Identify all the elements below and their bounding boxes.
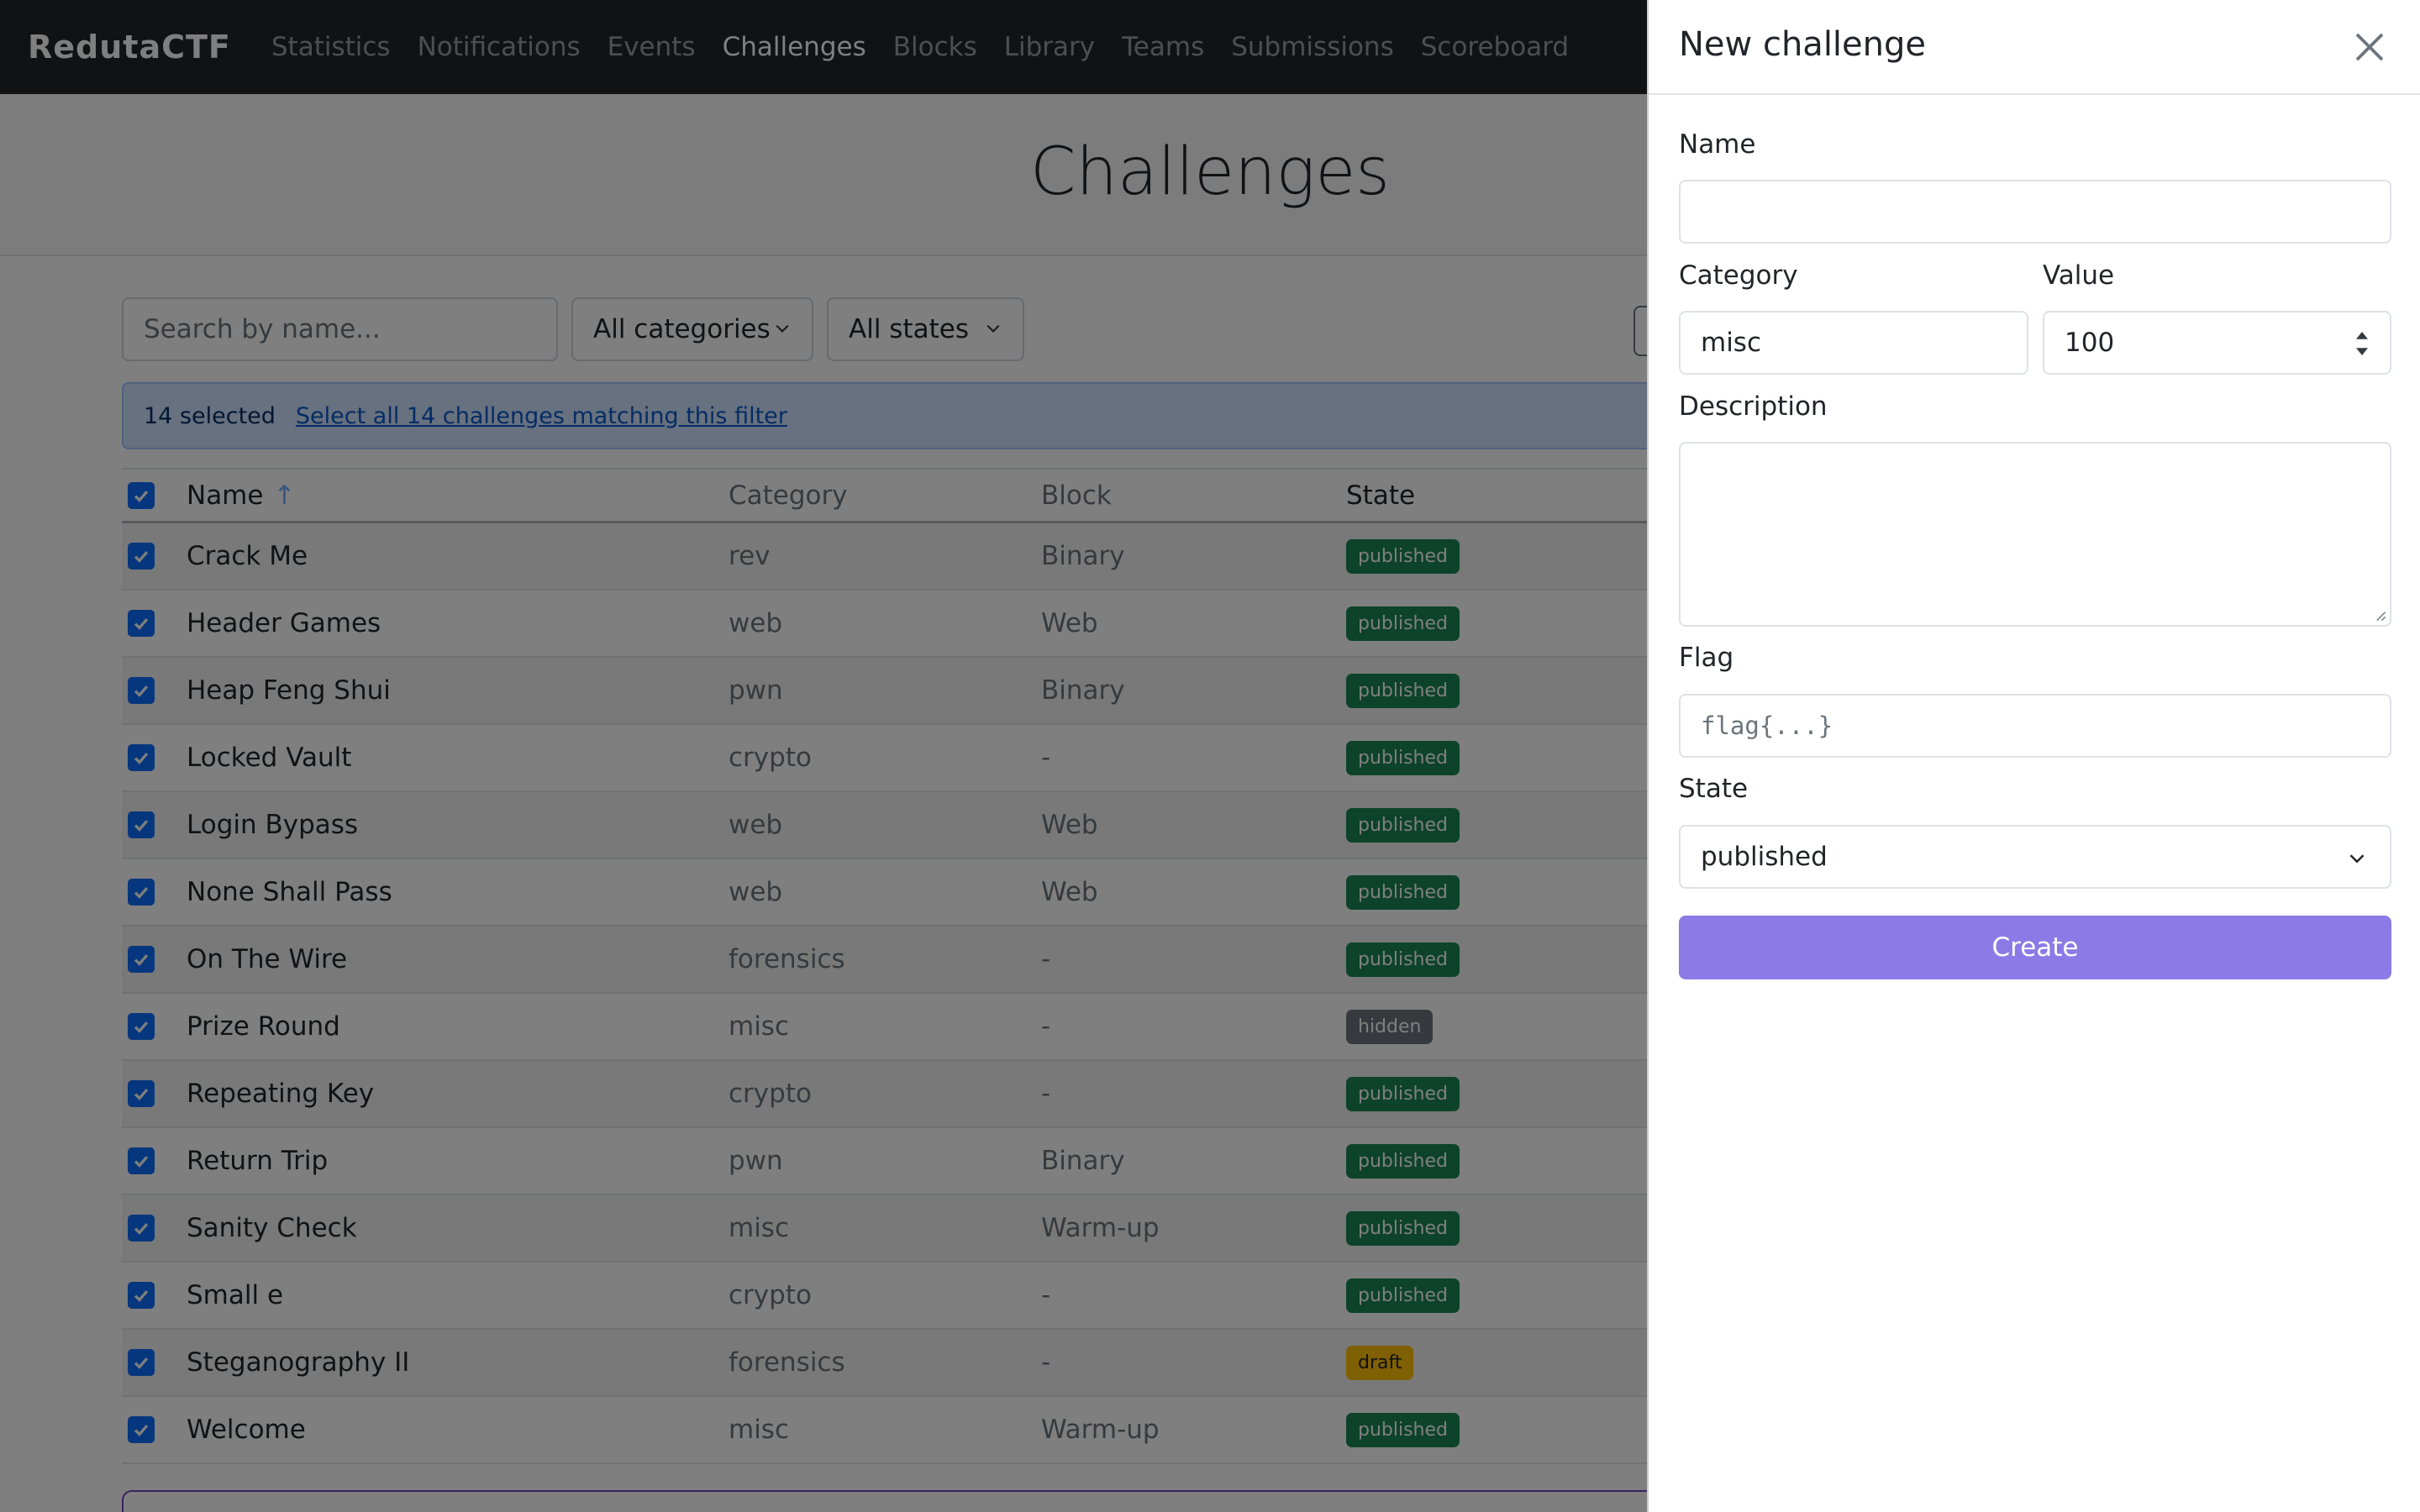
state-select-value: published: [1701, 842, 1828, 872]
spinner-arrows-icon[interactable]: [2354, 326, 2370, 361]
value-input-value: 100: [2065, 328, 2115, 358]
description-textarea[interactable]: [1679, 442, 2391, 627]
new-challenge-panel: New challenge Name Category Value misc 1…: [1647, 0, 2420, 1512]
category-input-value: misc: [1701, 328, 1762, 358]
chevron-down-icon: [2349, 854, 2365, 864]
state-select[interactable]: published: [1679, 825, 2391, 889]
flag-label: Flag: [1679, 643, 1734, 673]
panel-header: New challenge: [1649, 0, 2420, 95]
category-label: Category: [1679, 260, 1798, 291]
flag-input[interactable]: flag{...}: [1679, 694, 2391, 758]
name-input[interactable]: [1679, 180, 2391, 244]
panel-title: New challenge: [1679, 25, 1927, 64]
description-label: Description: [1679, 391, 1828, 422]
name-label: Name: [1679, 129, 1756, 160]
resize-grip-icon[interactable]: [2375, 610, 2386, 622]
value-number-input[interactable]: 100: [2043, 311, 2391, 375]
create-button[interactable]: Create: [1679, 916, 2391, 979]
state-label: State: [1679, 774, 1749, 804]
value-label: Value: [2043, 260, 2115, 291]
flag-placeholder: flag{...}: [1701, 711, 1833, 740]
category-input[interactable]: misc: [1679, 311, 2028, 375]
close-icon[interactable]: [2353, 30, 2386, 64]
